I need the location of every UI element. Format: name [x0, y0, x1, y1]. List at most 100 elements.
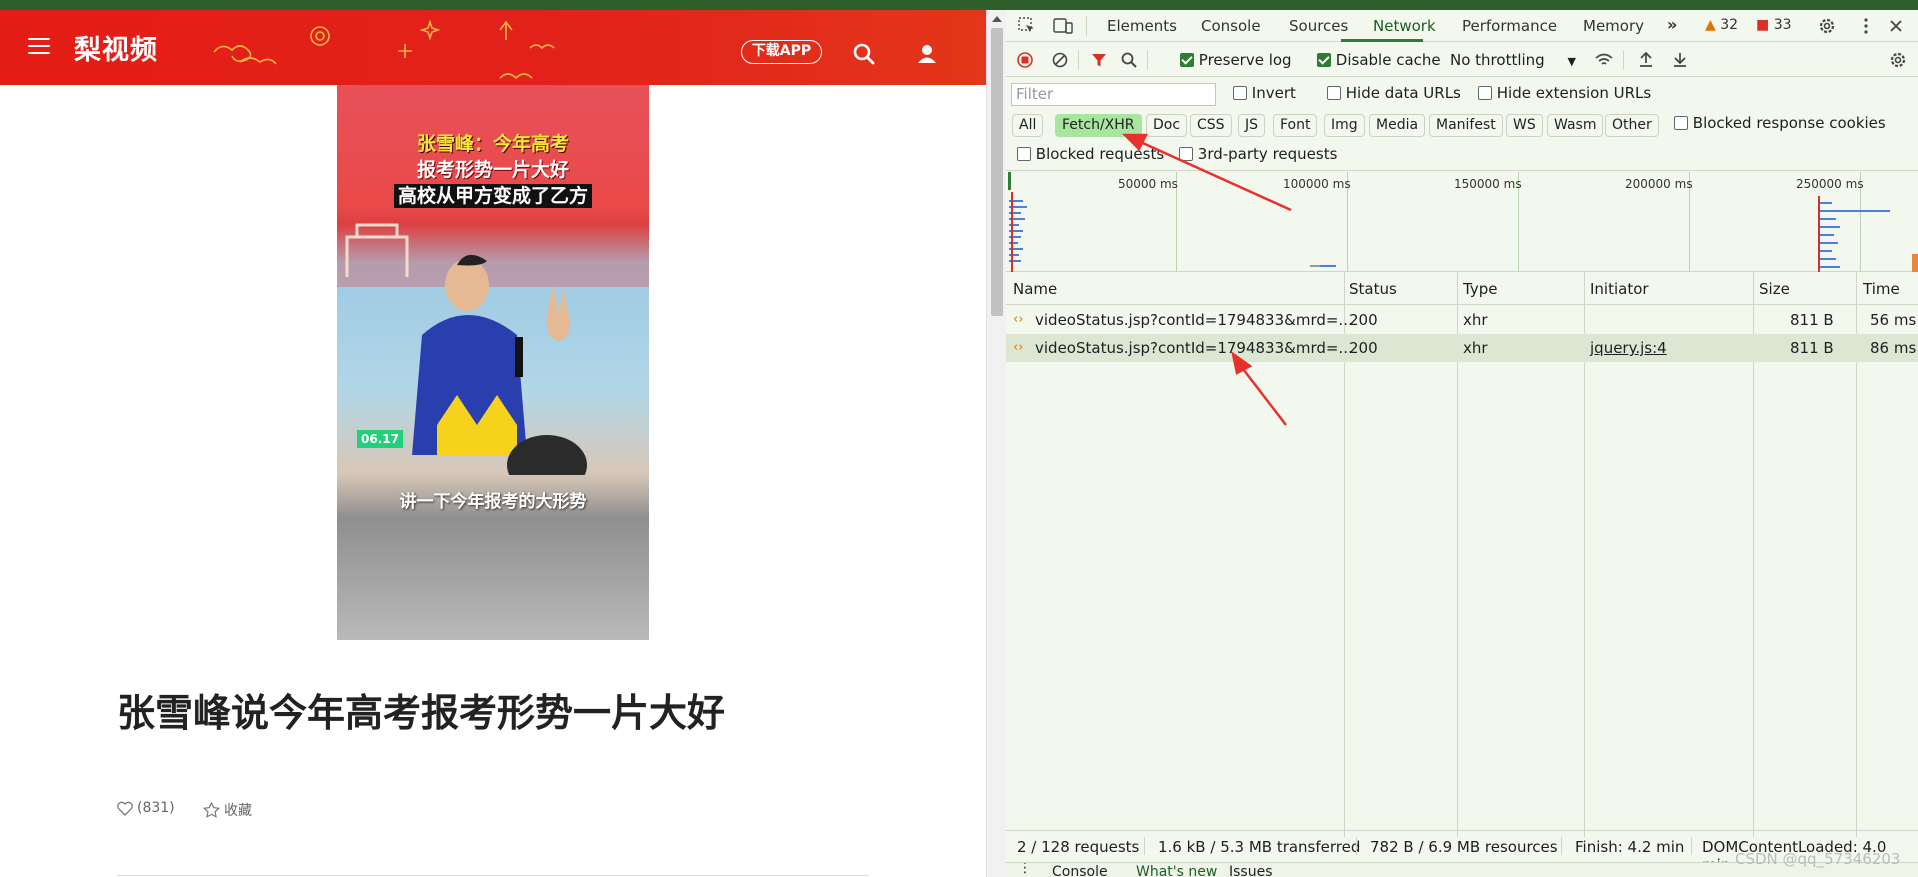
- column-header-status[interactable]: Status: [1349, 280, 1397, 298]
- transferred-size: 1.6 kB / 5.3 MB transferred: [1158, 838, 1361, 856]
- type-filter-fetch-xhr[interactable]: Fetch/XHR: [1055, 114, 1142, 137]
- type-filter-js[interactable]: JS: [1238, 114, 1266, 137]
- requests-table-header: Name Status Type Initiator Size Time: [1006, 272, 1918, 305]
- column-header-size[interactable]: Size: [1759, 280, 1790, 298]
- blocked-requests-label: Blocked requests: [1035, 145, 1165, 163]
- hide-extension-urls-checkbox[interactable]: Hide extension URLs: [1478, 84, 1651, 102]
- search-icon[interactable]: [1121, 52, 1137, 68]
- type-filter-img[interactable]: Img: [1324, 114, 1365, 137]
- filter-funnel-icon[interactable]: [1091, 52, 1107, 68]
- request-size: 811 B: [1790, 311, 1834, 329]
- column-header-name[interactable]: Name: [1013, 280, 1057, 298]
- tab-network[interactable]: Network: [1373, 17, 1436, 35]
- timeline-waterfall-icon: [1008, 172, 1918, 272]
- browser-top-strip: [0, 0, 1918, 10]
- watermark: CSDN @qq_57346203: [1735, 850, 1901, 868]
- divider: [117, 875, 869, 876]
- column-header-time[interactable]: Time: [1863, 280, 1900, 298]
- blocked-response-cookies-checkbox[interactable]: Blocked response cookies: [1674, 114, 1886, 132]
- import-har-upload-icon[interactable]: [1638, 51, 1654, 68]
- divider: [1356, 837, 1357, 855]
- drawer-tab-issues[interactable]: Issues: [1229, 864, 1273, 877]
- type-filter-wasm[interactable]: Wasm: [1547, 114, 1604, 137]
- preserve-log-checkbox[interactable]: Preserve log: [1180, 51, 1292, 69]
- invert-checkbox[interactable]: Invert: [1233, 84, 1296, 102]
- tab-sources[interactable]: Sources: [1289, 17, 1348, 35]
- drawer-tab-console[interactable]: Console: [1052, 864, 1108, 877]
- export-har-download-icon[interactable]: [1672, 51, 1688, 68]
- drawer-menu-icon[interactable]: ⋮: [1018, 863, 1032, 876]
- tab-elements[interactable]: Elements: [1107, 17, 1177, 35]
- column-header-initiator[interactable]: Initiator: [1590, 280, 1649, 298]
- drawer-tab-whats-new[interactable]: What's new: [1136, 864, 1217, 877]
- close-icon[interactable]: [1889, 19, 1903, 33]
- table-row[interactable]: ‹› videoStatus.jsp?contId=1794833&mrd=..…: [1006, 306, 1918, 334]
- hide-data-urls-checkbox[interactable]: Hide data URLs: [1327, 84, 1461, 102]
- video-player[interactable]: 张雪峰：今年高考 报考形势一片大好 高校从甲方变成了乙方 06.17 讲一下今年…: [337, 85, 649, 640]
- download-app-button[interactable]: 下载APP: [741, 40, 822, 64]
- favorite-button[interactable]: 收藏: [203, 800, 252, 820]
- errors-counter[interactable]: ■ 33: [1756, 17, 1792, 33]
- request-type: xhr: [1463, 339, 1488, 357]
- type-filter-all[interactable]: All: [1012, 114, 1044, 137]
- type-filter-manifest[interactable]: Manifest: [1429, 114, 1503, 137]
- disable-cache-label: Disable cache: [1335, 51, 1441, 69]
- network-timeline-overview[interactable]: 50000 ms 100000 ms 150000 ms 200000 ms 2…: [1006, 172, 1918, 272]
- page-scrollbar[interactable]: [986, 10, 1006, 877]
- network-settings-gear-icon[interactable]: [1889, 51, 1907, 69]
- request-filter-row: Blocked requests 3rd-party requests: [1006, 141, 1918, 171]
- warnings-counter[interactable]: ▲ 32: [1705, 17, 1738, 33]
- menu-icon[interactable]: [28, 38, 50, 54]
- request-initiator-link[interactable]: jquery.js:4: [1590, 339, 1667, 357]
- search-icon[interactable]: [853, 43, 875, 65]
- resources-size: 782 B / 6.9 MB resources: [1370, 838, 1558, 856]
- disable-cache-checkbox[interactable]: Disable cache: [1317, 51, 1441, 69]
- third-party-requests-checkbox[interactable]: 3rd-party requests: [1179, 145, 1337, 163]
- table-row[interactable]: ‹› videoStatus.jsp?contId=1794833&mrd=..…: [1006, 334, 1918, 362]
- site-logo[interactable]: 梨视频: [74, 28, 158, 67]
- type-filter-other[interactable]: Other: [1605, 114, 1659, 137]
- xhr-request-icon: ‹›: [1013, 312, 1024, 327]
- type-filter-font[interactable]: Font: [1273, 114, 1318, 137]
- request-name: videoStatus.jsp?contId=1794833&mrd=...: [1035, 339, 1353, 357]
- devtools-tab-bar: Elements Console Sources Network Perform…: [1006, 10, 1918, 42]
- stop-recording-icon[interactable]: [1017, 52, 1033, 68]
- preserve-log-label: Preserve log: [1198, 51, 1292, 69]
- divider: [1147, 50, 1148, 70]
- request-status: 200: [1349, 339, 1378, 357]
- video-date-badge: 06.17: [357, 430, 403, 448]
- type-filter-doc[interactable]: Doc: [1146, 114, 1188, 137]
- type-filter-css[interactable]: CSS: [1190, 114, 1232, 137]
- video-caption-line3: 高校从甲方变成了乙方: [337, 181, 649, 208]
- device-toolbar-icon[interactable]: [1053, 17, 1073, 35]
- filter-input[interactable]: Filter: [1011, 83, 1216, 106]
- scroll-up-icon[interactable]: [992, 16, 1002, 22]
- type-filter-ws[interactable]: WS: [1506, 114, 1543, 137]
- blocked-requests-checkbox[interactable]: Blocked requests: [1017, 145, 1164, 163]
- column-header-type[interactable]: Type: [1463, 280, 1497, 298]
- network-conditions-wifi-icon[interactable]: [1595, 53, 1613, 67]
- user-icon[interactable]: [916, 43, 938, 65]
- kebab-menu-icon[interactable]: [1863, 17, 1869, 35]
- divider: [1078, 50, 1079, 70]
- tab-performance[interactable]: Performance: [1462, 17, 1557, 35]
- checkbox-unchecked-icon: [1017, 147, 1031, 161]
- throttling-select[interactable]: No throttling ▼: [1450, 51, 1576, 69]
- dropdown-arrow-icon: ▼: [1567, 55, 1576, 68]
- warnings-count: 32: [1720, 17, 1739, 33]
- request-type: xhr: [1463, 311, 1488, 329]
- scrollbar-thumb[interactable]: [991, 28, 1003, 316]
- tab-memory[interactable]: Memory: [1583, 17, 1644, 35]
- active-tab-indicator: [1341, 39, 1423, 42]
- settings-gear-icon[interactable]: [1818, 17, 1836, 35]
- inspect-element-icon[interactable]: [1018, 17, 1036, 35]
- checkbox-unchecked-icon: [1327, 86, 1341, 100]
- tab-console[interactable]: Console: [1201, 17, 1261, 35]
- finish-time: Finish: 4.2 min: [1575, 838, 1685, 856]
- type-filter-media[interactable]: Media: [1369, 114, 1426, 137]
- more-tabs-chevron-icon[interactable]: »: [1667, 15, 1677, 34]
- like-button[interactable]: (831): [117, 800, 175, 816]
- request-time: 86 ms: [1870, 339, 1917, 357]
- clear-icon[interactable]: [1052, 52, 1068, 68]
- divider: [1086, 16, 1087, 36]
